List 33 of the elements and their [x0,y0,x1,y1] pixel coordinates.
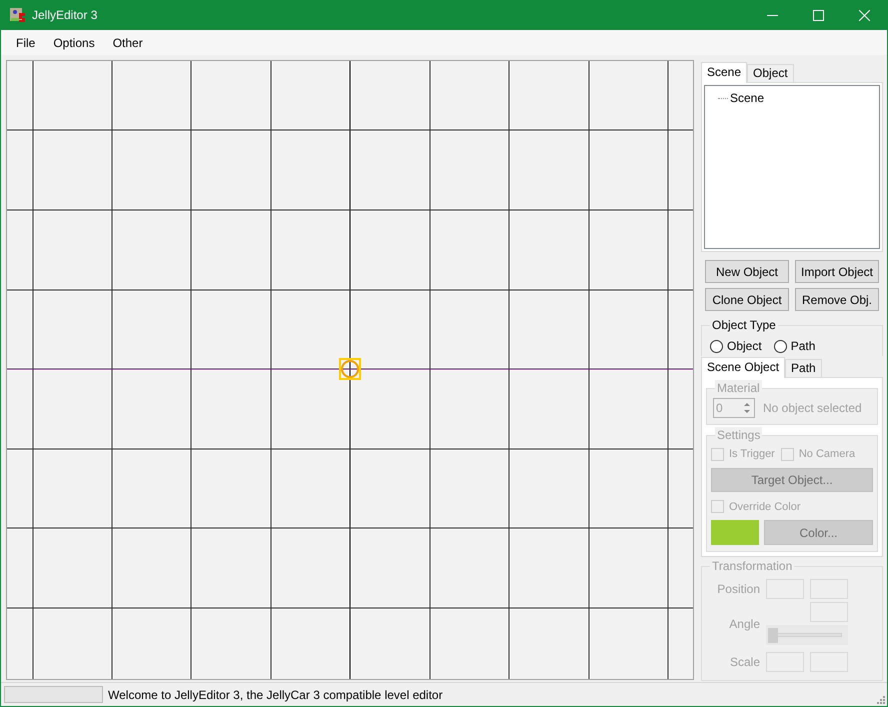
checkbox-label: No Camera [798,447,856,462]
checkbox-label: Override Color [729,500,801,514]
window-title: JellyEditor 3 [32,7,98,24]
maximize-icon [812,10,824,20]
status-text: Welcome to JellyEditor 3, the JellyCar 3 compatible level editor [108,686,443,704]
tree-node[interactable]: Scene [730,89,764,107]
group-label: Object Type [710,317,778,333]
field-label: Scale [728,654,760,671]
close-icon [858,10,870,20]
group-label: Settings [715,427,762,443]
panel-button[interactable]: Clone Object [705,288,789,311]
field-label: Angle [728,616,760,632]
spinner-value: 0 [715,400,724,417]
radio-button[interactable] [774,340,787,352]
menu-item[interactable]: Other [106,34,150,52]
checkbox-label: Is Trigger [729,447,775,462]
material-status: No object selected [763,400,862,417]
radio-button[interactable] [710,340,723,352]
panel-button[interactable]: New Object [705,260,789,283]
field-label: Position [716,581,760,598]
radio-label: Object [727,338,762,355]
panel-button[interactable]: Remove Obj. [795,288,879,311]
tab[interactable]: Scene [701,62,748,83]
tab[interactable]: Path [785,359,822,377]
app-icon [9,7,27,23]
resize-grip-icon [875,694,885,704]
menu-item[interactable]: File [9,34,42,52]
tab[interactable]: Scene Object [701,357,786,378]
panel-button[interactable]: Import Object [795,260,879,283]
tab[interactable]: Object [747,64,794,82]
radio-label: Path [790,338,816,355]
angle-slider[interactable] [766,625,848,645]
menu-item[interactable]: Options [46,34,102,52]
